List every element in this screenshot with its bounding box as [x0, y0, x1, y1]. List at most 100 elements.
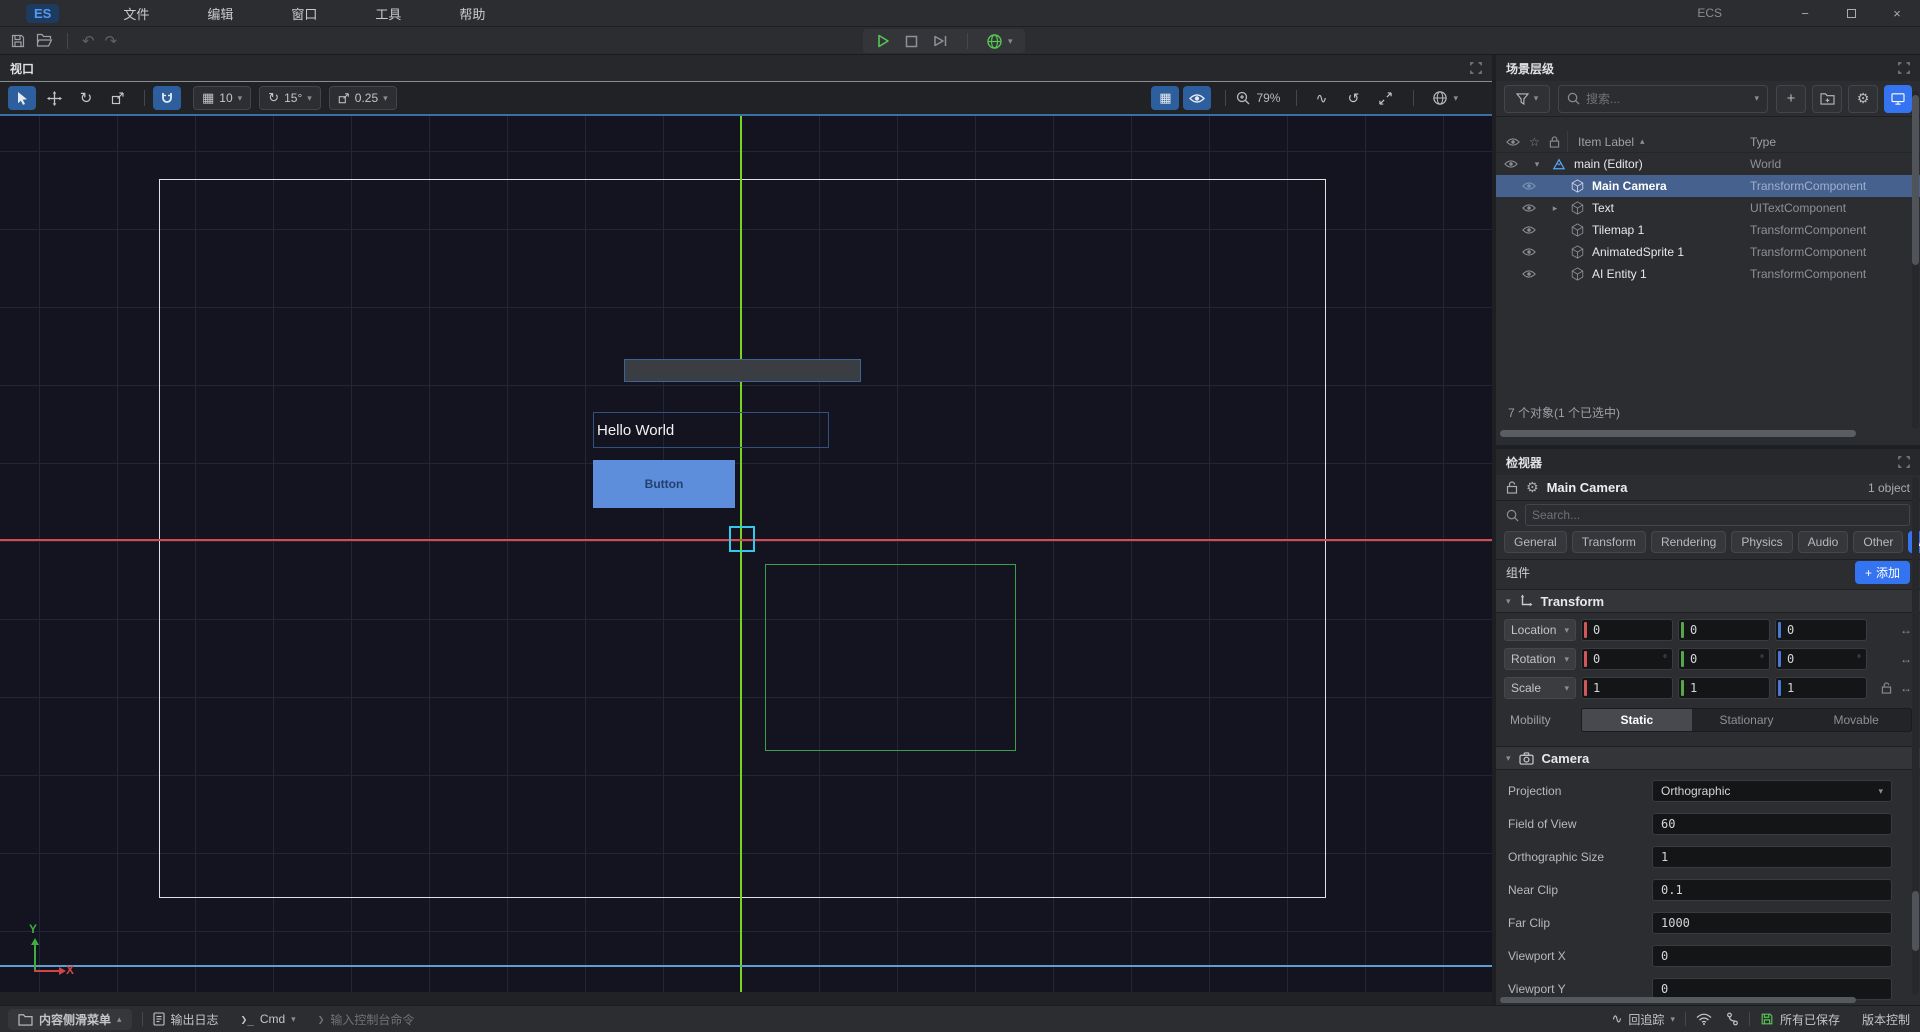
- reset-view-button[interactable]: ↺: [1339, 86, 1367, 110]
- hierarchy-settings-button[interactable]: ⚙: [1848, 85, 1878, 113]
- version-control-label[interactable]: 版本控制: [1862, 1011, 1910, 1028]
- gizmo-visibility-button[interactable]: [1183, 86, 1211, 110]
- projection-dropdown[interactable]: Orthographic ▾: [1652, 780, 1892, 802]
- hierarchy-search-input[interactable]: [1586, 92, 1748, 106]
- scene-view-button[interactable]: [1884, 85, 1912, 113]
- add-component-button[interactable]: + 添加: [1855, 561, 1910, 584]
- new-folder-button[interactable]: [1812, 85, 1842, 113]
- fov-field[interactable]: 60: [1652, 813, 1892, 835]
- tab-physics[interactable]: Physics: [1731, 531, 1792, 553]
- menu-window[interactable]: 窗口: [291, 4, 317, 23]
- inspector-horizontal-scrollbar[interactable]: [1500, 997, 1856, 1003]
- hierarchy-row-tilemap[interactable]: Tilemap 1 TransformComponent: [1496, 219, 1920, 241]
- chevron-right-icon[interactable]: ▸: [1544, 203, 1566, 214]
- mobility-movable[interactable]: Movable: [1801, 709, 1911, 731]
- eye-icon[interactable]: [1514, 225, 1544, 235]
- location-mode-dropdown[interactable]: Location ▾: [1504, 619, 1576, 641]
- ortho-size-field[interactable]: 1: [1652, 846, 1892, 868]
- tab-transform[interactable]: Transform: [1572, 531, 1646, 553]
- hierarchy-row-animatedsprite[interactable]: AnimatedSprite 1 TransformComponent: [1496, 241, 1920, 263]
- hierarchy-expand-icon[interactable]: [1898, 62, 1910, 74]
- camera-mode-dropdown[interactable]: ▾: [1424, 86, 1466, 110]
- lock-icon[interactable]: [1549, 136, 1560, 148]
- close-button[interactable]: ×: [1874, 0, 1920, 27]
- rotate-tool-button[interactable]: ↻: [72, 86, 100, 110]
- location-z-field[interactable]: 0: [1775, 619, 1867, 641]
- star-icon[interactable]: ☆: [1529, 135, 1540, 149]
- hierarchy-scrollbar-track[interactable]: [1912, 91, 1919, 429]
- camera-section-header[interactable]: ▾ Camera: [1496, 746, 1920, 770]
- hierarchy-horizontal-scrollbar[interactable]: [1500, 430, 1856, 437]
- hierarchy-search[interactable]: ▾: [1558, 85, 1768, 113]
- gear-icon[interactable]: ⚙: [1526, 479, 1539, 496]
- far-clip-field[interactable]: 1000: [1652, 912, 1892, 934]
- inspector-search-box[interactable]: [1525, 504, 1910, 526]
- selection-handle-square[interactable]: [729, 526, 755, 552]
- scene-canvas[interactable]: Hello World Button Y X: [0, 114, 1492, 992]
- chevron-down-icon[interactable]: ▾: [1526, 159, 1548, 170]
- hierarchy-scrollbar-thumb[interactable]: [1912, 95, 1919, 265]
- hierarchy-row-ai-entity[interactable]: AI Entity 1 TransformComponent: [1496, 263, 1920, 285]
- column-type[interactable]: Type: [1750, 135, 1920, 149]
- column-item-label[interactable]: Item Label ▴: [1568, 135, 1750, 149]
- scale-snap-dropdown[interactable]: 0.25 ▾: [329, 86, 397, 110]
- run-target-dropdown[interactable]: ▾: [986, 33, 1013, 50]
- play-button[interactable]: [875, 33, 891, 49]
- mobility-stationary[interactable]: Stationary: [1692, 709, 1802, 731]
- fit-view-button[interactable]: [1371, 86, 1399, 110]
- tab-audio[interactable]: Audio: [1798, 531, 1849, 553]
- grid-snap-dropdown[interactable]: ▦ 10 ▾: [193, 86, 251, 110]
- save-status[interactable]: 所有已保存: [1760, 1011, 1840, 1028]
- select-tool-button[interactable]: [8, 86, 36, 110]
- rotate-snap-dropdown[interactable]: ↻ 15° ▾: [259, 86, 321, 110]
- ui-panel-bar[interactable]: [624, 359, 861, 382]
- link-values-icon[interactable]: ↔: [1900, 623, 1912, 637]
- step-button[interactable]: [932, 34, 949, 48]
- menu-help[interactable]: 帮助: [459, 4, 485, 23]
- eye-icon[interactable]: [1514, 181, 1544, 191]
- rotation-mode-dropdown[interactable]: Rotation ▾: [1504, 648, 1576, 670]
- eye-icon[interactable]: [1496, 159, 1526, 169]
- minimize-button[interactable]: −: [1782, 0, 1828, 27]
- viewport-expand-icon[interactable]: [1470, 62, 1482, 74]
- stop-button[interactable]: [905, 35, 918, 48]
- lock-icon[interactable]: [1506, 481, 1518, 494]
- undo-icon[interactable]: ↶: [82, 32, 95, 50]
- mobility-static[interactable]: Static: [1582, 709, 1692, 731]
- hierarchy-row-text[interactable]: ▸ Text UITextComponent: [1496, 197, 1920, 219]
- scale-tool-button[interactable]: [104, 86, 132, 110]
- backtrace-dropdown[interactable]: ∿ 回追踪 ▾: [1612, 1011, 1675, 1028]
- eye-icon[interactable]: [1514, 203, 1544, 213]
- filter-dropdown[interactable]: ▾: [1504, 85, 1550, 113]
- viewport-x-field[interactable]: 0: [1652, 945, 1892, 967]
- open-folder-icon[interactable]: [36, 33, 53, 49]
- tab-rendering[interactable]: Rendering: [1651, 531, 1726, 553]
- eye-icon[interactable]: [1514, 269, 1544, 279]
- ui-button-element[interactable]: Button: [593, 460, 735, 508]
- ui-text-element[interactable]: Hello World: [593, 412, 829, 448]
- tab-general[interactable]: General: [1504, 531, 1567, 553]
- inspector-scrollbar-track[interactable]: [1912, 477, 1919, 995]
- eye-icon[interactable]: [1514, 247, 1544, 257]
- stats-button[interactable]: ∿: [1307, 86, 1335, 110]
- menu-edit[interactable]: 编辑: [207, 4, 233, 23]
- hierarchy-row-main[interactable]: ▾ main (Editor) World: [1496, 153, 1920, 175]
- scale-mode-dropdown[interactable]: Scale ▾: [1504, 677, 1576, 699]
- cmd-dropdown[interactable]: ❯_ Cmd ▾: [241, 1012, 296, 1026]
- rotation-z-field[interactable]: 0°: [1775, 648, 1867, 670]
- maximize-button[interactable]: [1828, 0, 1874, 27]
- hierarchy-row-main-camera[interactable]: Main Camera TransformComponent: [1496, 175, 1920, 197]
- redo-icon[interactable]: ↷: [105, 32, 118, 50]
- rotation-x-field[interactable]: 0°: [1581, 648, 1673, 670]
- network-status-icon[interactable]: [1696, 1013, 1712, 1025]
- scale-z-field[interactable]: 1: [1775, 677, 1867, 699]
- location-x-field[interactable]: 0: [1581, 619, 1673, 641]
- scale-x-field[interactable]: 1: [1581, 677, 1673, 699]
- output-log-button[interactable]: 输出日志: [153, 1011, 219, 1028]
- transform-section-header[interactable]: ▾ Transform: [1496, 589, 1920, 613]
- content-drawer-button[interactable]: 内容侧滑菜单 ▴: [8, 1009, 132, 1030]
- eye-icon[interactable]: [1506, 137, 1520, 147]
- console-input-row[interactable]: ❯ 输入控制台命令: [318, 1011, 415, 1028]
- branch-icon[interactable]: [1726, 1012, 1739, 1026]
- link-values-icon[interactable]: ↔: [1900, 652, 1912, 666]
